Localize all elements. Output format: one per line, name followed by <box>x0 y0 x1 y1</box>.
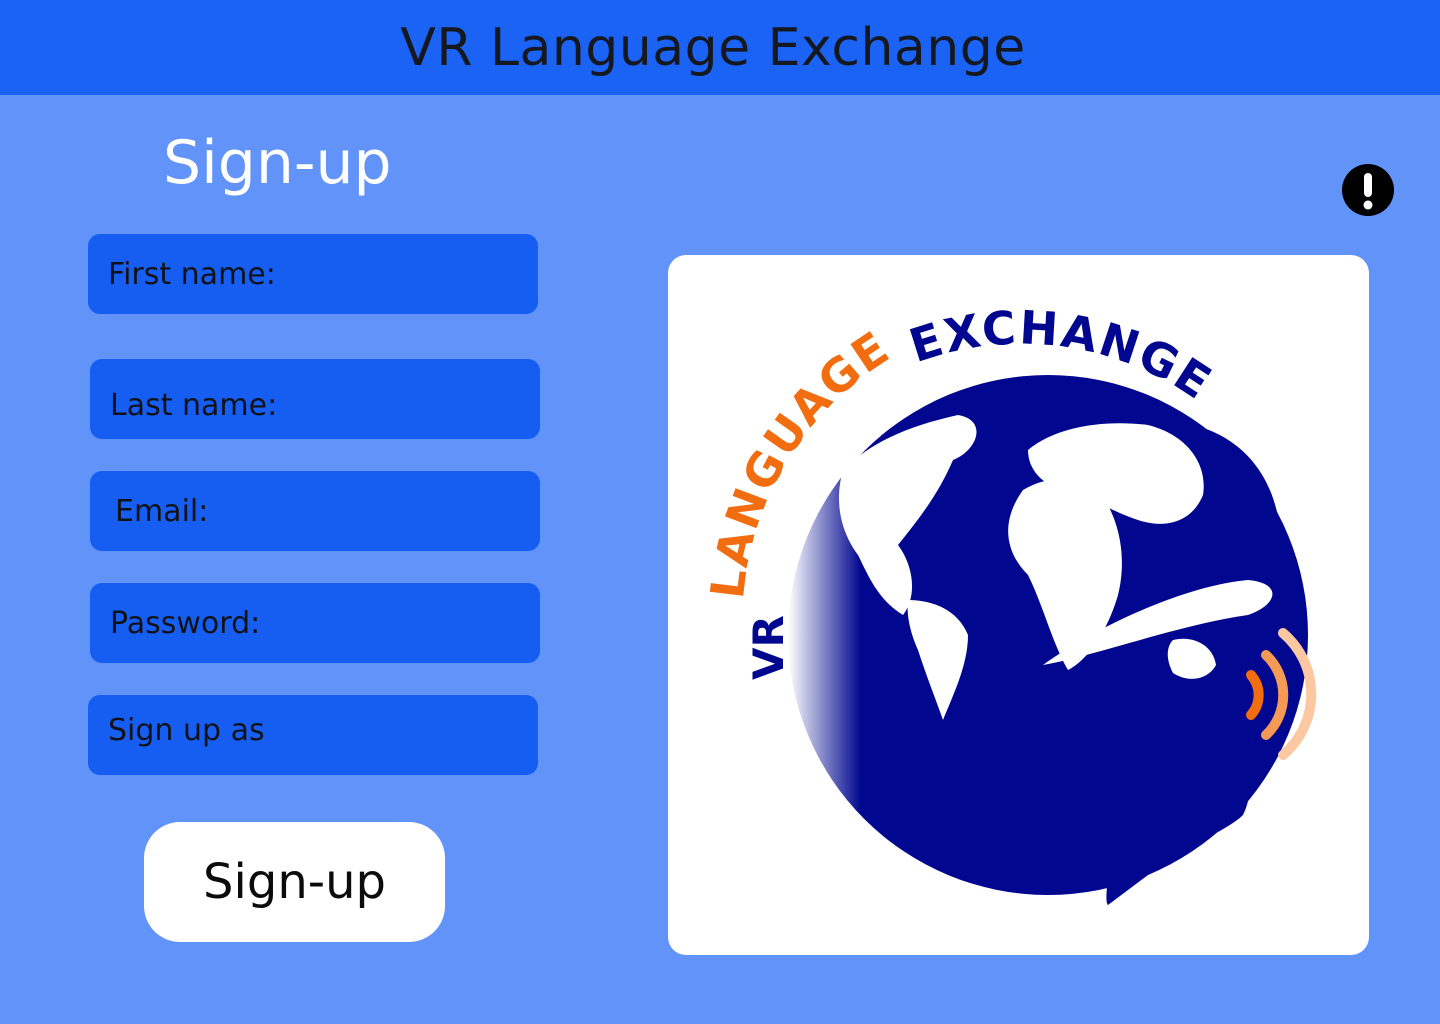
logo-text-vr: VR <box>744 615 793 680</box>
email-field[interactable]: Email: <box>90 471 540 551</box>
password-field[interactable]: Password: <box>90 583 540 663</box>
last-name-field[interactable]: Last name: <box>90 359 540 439</box>
vr-language-exchange-logo: VR LANGUAGE EXCHANGE <box>700 300 1317 905</box>
password-label: Password: <box>110 605 261 641</box>
logo-card: VR LANGUAGE EXCHANGE <box>668 255 1369 955</box>
first-name-label: First name: <box>108 256 276 292</box>
app-title: VR Language Exchange <box>400 17 1026 78</box>
sign-up-button[interactable]: Sign-up <box>144 822 445 942</box>
exclamation-circle-icon[interactable] <box>1342 164 1394 216</box>
last-name-label: Last name: <box>110 387 278 423</box>
header-bar: VR Language Exchange <box>0 0 1440 95</box>
email-label: Email: <box>115 493 209 529</box>
sign-up-as-select[interactable]: Sign up as <box>88 695 538 775</box>
sign-up-as-label: Sign up as <box>108 712 265 748</box>
page-title: Sign-up <box>163 128 392 198</box>
sign-up-button-label: Sign-up <box>203 854 386 910</box>
first-name-field[interactable]: First name: <box>88 234 538 314</box>
